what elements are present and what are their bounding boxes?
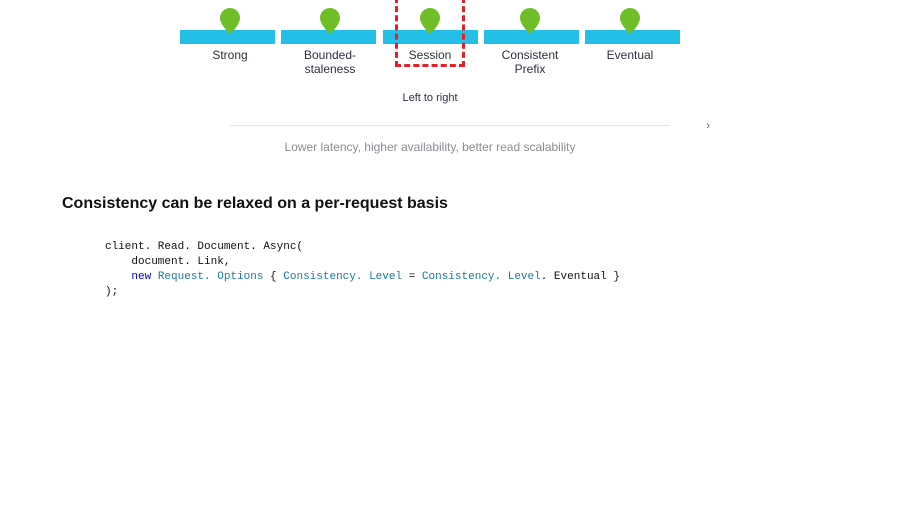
scale-label: Consistent Prefix — [502, 48, 559, 76]
section-heading: Consistency can be relaxed on a per-requ… — [62, 195, 448, 213]
code-keyword: new — [131, 271, 151, 283]
scale-label: Strong — [212, 48, 247, 62]
code-token: ); — [105, 286, 118, 298]
scale-label: Session — [409, 48, 452, 62]
code-type: Consistency. Level — [283, 271, 402, 283]
consistency-scale: Strong Bounded- staleness Session Consisten… — [180, 10, 680, 105]
code-sample: client. Read. Document. Async( document.… — [105, 240, 620, 299]
code-type: Consistency. Level — [422, 271, 541, 283]
axis-caption: Left to right — [180, 92, 680, 104]
chevron-right-icon: › — [706, 120, 710, 132]
scale-label: Eventual — [607, 48, 654, 62]
code-token: . Read. Document. Async( — [145, 241, 303, 253]
code-token: { — [263, 271, 283, 283]
code-token: document. Link, — [105, 256, 230, 268]
code-token: = — [402, 271, 422, 283]
code-type: Request. Options — [158, 271, 264, 283]
code-token: client — [105, 241, 145, 253]
divider — [230, 125, 670, 126]
scale-label: Bounded- staleness — [304, 48, 356, 76]
slide: Strong Bounded- staleness Session Consisten… — [0, 0, 907, 510]
code-token: . Eventual } — [541, 271, 620, 283]
scale-sub-caption: Lower latency, higher availability, bett… — [180, 140, 680, 154]
